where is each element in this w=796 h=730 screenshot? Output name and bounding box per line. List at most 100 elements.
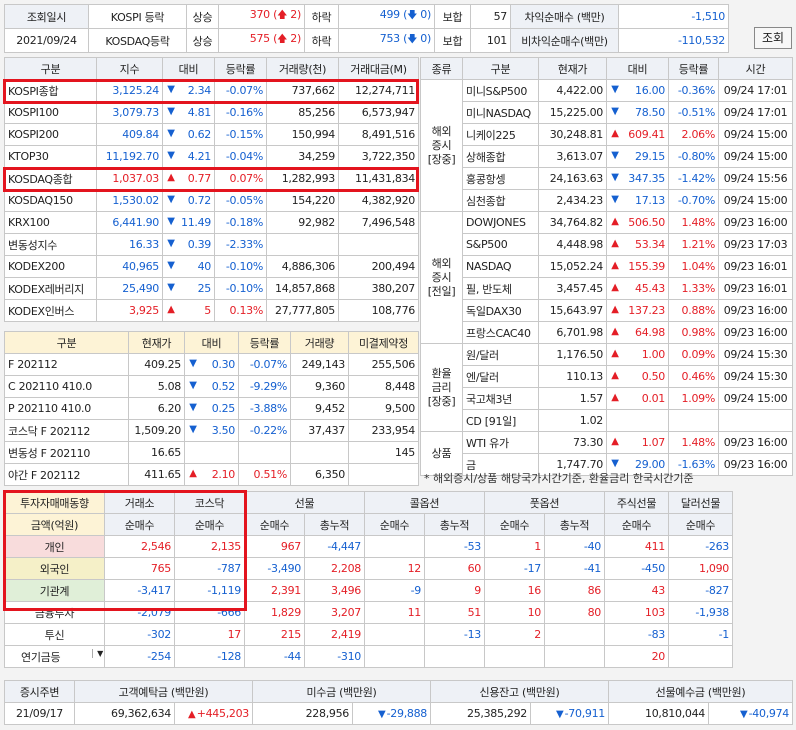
global-row[interactable]: CD [91일] 1.02 bbox=[421, 409, 793, 432]
investor-row[interactable]: 기관계 -3,417 -1,119 2,391 3,496 -9 9 16 86 43 -827 bbox=[4, 579, 733, 602]
index-row[interactable]: KOSPI100 3,079.73 ▼ 4.81 -0.16% 85,256 6,573,9… bbox=[4, 101, 419, 124]
investor-row[interactable]: 투신 -302 17 215 2,419 -13 2 -83 -1 bbox=[4, 623, 733, 646]
down-triangle-icon: ▼ bbox=[167, 216, 175, 227]
investor-value: -9 bbox=[364, 579, 425, 602]
global-row[interactable]: 프랑스CAC40 6,701.98 ▲ 64.98 0.98% 09/23 16:00 bbox=[421, 321, 793, 344]
global-row[interactable]: 독일DAX30 15,643.97 ▲ 137.23 0.88% 09/23 16:00 bbox=[421, 299, 793, 322]
index-name: KOSDAQ종합 bbox=[4, 167, 97, 190]
index-row[interactable]: KTOP30 11,192.70 ▼ 4.21 -0.04% 34,259 3,722,35… bbox=[4, 145, 419, 168]
investor-header: 콜옵션 bbox=[364, 491, 485, 514]
index-amount: 108,776 bbox=[338, 299, 419, 322]
derivative-open-interest: 145 bbox=[348, 441, 419, 464]
investor-row[interactable]: 외국인 765 -787 -3,490 2,208 12 60 -17 -41 -450 1,090 bbox=[4, 557, 733, 580]
global-row[interactable]: 미니NASDAQ 15,225.00 ▼ 78.50 -0.51% 09/24 17:01 bbox=[421, 101, 793, 124]
index-rate: -0.16% bbox=[214, 101, 267, 124]
index-change: ▼ 0.72 bbox=[162, 189, 215, 212]
index-name: KOSPI200 bbox=[4, 123, 97, 146]
investor-value bbox=[364, 645, 425, 668]
down-triangle-icon: ▼ bbox=[167, 128, 175, 139]
index-change-value: 5 bbox=[204, 304, 211, 317]
index-change: ▼ 25 bbox=[162, 277, 215, 300]
index-value: 40,965 bbox=[96, 255, 163, 278]
column-header: 종류 bbox=[420, 57, 463, 80]
global-change: ▼ 17.13 bbox=[606, 189, 669, 212]
derivative-row[interactable]: 변동성 F 202110 16.65 145 bbox=[4, 441, 419, 464]
global-row[interactable]: 필, 반도체 3,457.45 ▲ 45.43 1.33% 09/23 16:01 bbox=[421, 277, 793, 300]
column-header: 시간 bbox=[718, 57, 793, 80]
global-change-value: 506.50 bbox=[628, 216, 665, 229]
group-label: 환율 금리 [장중] bbox=[420, 343, 463, 432]
investor-value: -13 bbox=[424, 623, 485, 646]
global-row[interactable]: 해외 증시 [장중] 미니S&P500 4,422.00 ▼ 16.00 -0.36% 09… bbox=[420, 79, 793, 212]
investor-row[interactable]: 연기금등 ▼ -254 -128 -44 -310 20 bbox=[4, 645, 733, 668]
index-change-value: 25 bbox=[197, 282, 212, 295]
down-arrow-icon: 🡇 bbox=[407, 34, 418, 45]
index-row[interactable]: KOSPI종합 3,125.24 ▼ 2.34 -0.07% 737,662 12,274,… bbox=[4, 79, 419, 102]
index-row[interactable]: KODEX레버리지 25,490 ▼ 25 -0.10% 14,857,868 380,20… bbox=[4, 277, 419, 300]
index-row[interactable]: KOSDAQ150 1,530.02 ▼ 0.72 -0.05% 154,220 4,382… bbox=[4, 189, 419, 212]
search-button[interactable]: 조회 bbox=[754, 27, 792, 49]
derivative-row[interactable]: P 202110 410.0 6.20 ▼ 0.25 -3.88% 9,452 9,500 bbox=[4, 397, 419, 420]
investor-value: -41 bbox=[544, 557, 605, 580]
global-row[interactable]: 환율 금리 [장중] 원/달러 1,176.50 ▲ 1.00 0.09% 09/24 15… bbox=[420, 343, 793, 432]
derivative-row[interactable]: F 202112 409.25 ▼ 0.30 -0.07% 249,143 255,506 bbox=[4, 353, 419, 376]
down-triangle-icon: ▼ bbox=[611, 84, 619, 95]
index-row[interactable]: KOSDAQ종합 1,037.03 ▲ 0.77 0.07% 1,282,993 11,43… bbox=[4, 167, 419, 190]
index-rate: 0.13% bbox=[214, 299, 267, 322]
global-row[interactable]: 해외 증시 [전일] DOWJONES 34,764.82 ▲ 506.50 1.48% 0… bbox=[420, 211, 793, 344]
index-rate: -2.33% bbox=[214, 233, 267, 256]
global-row[interactable]: 홍콩항셍 24,163.63 ▼ 347.35 -1.42% 09/24 15:56 bbox=[421, 167, 793, 190]
group-label: 해외 증시 [장중] bbox=[420, 79, 463, 212]
index-value: 3,925 bbox=[96, 299, 163, 322]
derivative-row[interactable]: 야간 F 202112 411.65 ▲ 2.10 0.51% 6,350 bbox=[4, 463, 419, 486]
index-row[interactable]: KOSPI200 409.84 ▼ 0.62 -0.15% 150,994 8,491,51… bbox=[4, 123, 419, 146]
index-row[interactable]: KRX100 6,441.90 ▼ 11.49 -0.18% 92,982 7,496,54… bbox=[4, 211, 419, 234]
investor-value: 3,496 bbox=[304, 579, 365, 602]
investor-value: 1 bbox=[484, 535, 545, 558]
kospi-flat-count: 57 bbox=[470, 4, 511, 29]
derivative-name: F 202112 bbox=[4, 353, 129, 376]
investor-value: 2 bbox=[484, 623, 545, 646]
derivative-row[interactable]: 코스닥 F 202112 1,509.20 ▼ 3.50 -0.22% 37,437 233… bbox=[4, 419, 419, 442]
investor-subheader: 순매수 bbox=[364, 513, 425, 536]
credit-balance: 25,385,292 bbox=[430, 702, 531, 725]
global-rate: 0.09% bbox=[668, 343, 719, 366]
global-row[interactable]: NASDAQ 15,052.24 ▲ 155.39 1.04% 09/23 16:01 bbox=[421, 255, 793, 278]
investor-row[interactable]: 개인 2,546 2,135 967 -4,447 -53 1 -40 411 -263 bbox=[4, 535, 733, 558]
global-price: 15,225.00 bbox=[538, 101, 607, 124]
derivative-volume: 6,350 bbox=[290, 463, 349, 486]
column-header: 지수 bbox=[96, 57, 163, 80]
global-change-value: 0.01 bbox=[641, 392, 666, 405]
index-row[interactable]: KODEX인버스 3,925 ▲ 5 0.13% 27,777,805 108,776 bbox=[4, 299, 419, 322]
derivative-change-value: 0.30 bbox=[211, 358, 236, 371]
derivative-open-interest: 233,954 bbox=[348, 419, 419, 442]
global-row[interactable]: 니케이225 30,248.81 ▲ 609.41 2.06% 09/24 15:00 bbox=[421, 123, 793, 146]
investor-value: 3,207 bbox=[304, 601, 365, 624]
index-value: 16.33 bbox=[96, 233, 163, 256]
global-row[interactable]: 국고채3년 1.57 ▲ 0.01 1.09% 09/24 15:00 bbox=[421, 387, 793, 410]
derivative-row[interactable]: C 202110 410.0 5.08 ▼ 0.52 -9.29% 9,360 8,448 bbox=[4, 375, 419, 398]
global-markets-table: 종류 구분 현재가 대비 등락률 시간 해외 증시 [장중] 미니S&P500 4,422.0… bbox=[420, 57, 793, 476]
global-row[interactable]: 상품 WTI 유가 73.30 ▲ 1.07 1.48% 09/23 16:00 bbox=[420, 431, 793, 476]
index-amount: 7,496,548 bbox=[338, 211, 419, 234]
global-row[interactable]: 심천종합 2,434.23 ▼ 17.13 -0.70% 09/24 15:00 bbox=[421, 189, 793, 212]
global-row[interactable]: S&P500 4,448.98 ▲ 53.34 1.21% 09/23 17:03 bbox=[421, 233, 793, 256]
investor-type: 외국인 bbox=[4, 557, 105, 580]
index-row[interactable]: 변동성지수 16.33 ▼ 0.39 -2.33% bbox=[4, 233, 419, 256]
index-value: 6,441.90 bbox=[96, 211, 163, 234]
dropdown-arrow-icon[interactable]: ▼ bbox=[92, 648, 103, 658]
index-row[interactable]: KODEX200 40,965 ▼ 40 -0.10% 4,886,306 200,494 bbox=[4, 255, 419, 278]
index-rate: -0.15% bbox=[214, 123, 267, 146]
index-value: 11,192.70 bbox=[96, 145, 163, 168]
derivative-open-interest bbox=[348, 463, 419, 486]
up-triangle-icon: ▲ bbox=[611, 348, 619, 359]
index-amount bbox=[338, 233, 419, 256]
global-change: ▲ 506.50 bbox=[606, 211, 669, 234]
derivative-price: 1,509.20 bbox=[128, 419, 185, 442]
receivables: 228,956 bbox=[252, 702, 353, 725]
investor-type-dropdown[interactable]: 연기금등 ▼ bbox=[4, 645, 105, 668]
global-row[interactable]: 엔/달러 110.13 ▲ 0.50 0.46% 09/24 15:30 bbox=[421, 365, 793, 388]
investor-subheader: 순매수 bbox=[174, 513, 245, 536]
global-row[interactable]: 상해종합 3,613.07 ▼ 29.15 -0.80% 09/24 15:00 bbox=[421, 145, 793, 168]
investor-row[interactable]: 금융투자 -2,079 -666 1,829 3,207 11 51 10 80 103 -1,93… bbox=[4, 601, 733, 624]
